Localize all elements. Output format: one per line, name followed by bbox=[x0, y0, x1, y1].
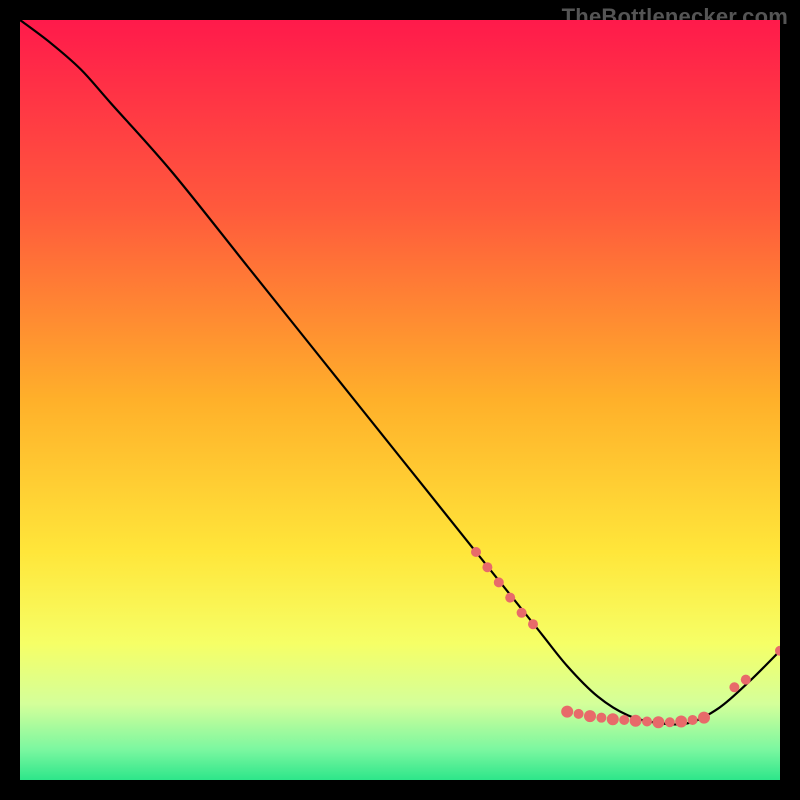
data-marker bbox=[729, 682, 739, 692]
data-marker bbox=[675, 715, 687, 727]
chart-svg bbox=[20, 20, 780, 780]
plot-area bbox=[20, 20, 780, 780]
data-marker bbox=[494, 577, 504, 587]
data-marker bbox=[741, 675, 751, 685]
data-marker bbox=[665, 717, 675, 727]
data-marker bbox=[619, 715, 629, 725]
data-marker bbox=[642, 716, 652, 726]
data-marker bbox=[596, 713, 606, 723]
data-marker bbox=[528, 619, 538, 629]
data-marker bbox=[561, 706, 573, 718]
data-marker bbox=[505, 593, 515, 603]
data-marker bbox=[698, 712, 710, 724]
data-marker bbox=[607, 713, 619, 725]
data-marker bbox=[584, 710, 596, 722]
data-marker bbox=[482, 562, 492, 572]
data-marker bbox=[517, 608, 527, 618]
data-marker bbox=[652, 716, 664, 728]
chart-root: TheBottlenecker.com bbox=[0, 0, 800, 800]
data-marker bbox=[471, 547, 481, 557]
gradient-background bbox=[20, 20, 780, 780]
data-marker bbox=[574, 709, 584, 719]
data-marker bbox=[630, 715, 642, 727]
data-marker bbox=[688, 715, 698, 725]
